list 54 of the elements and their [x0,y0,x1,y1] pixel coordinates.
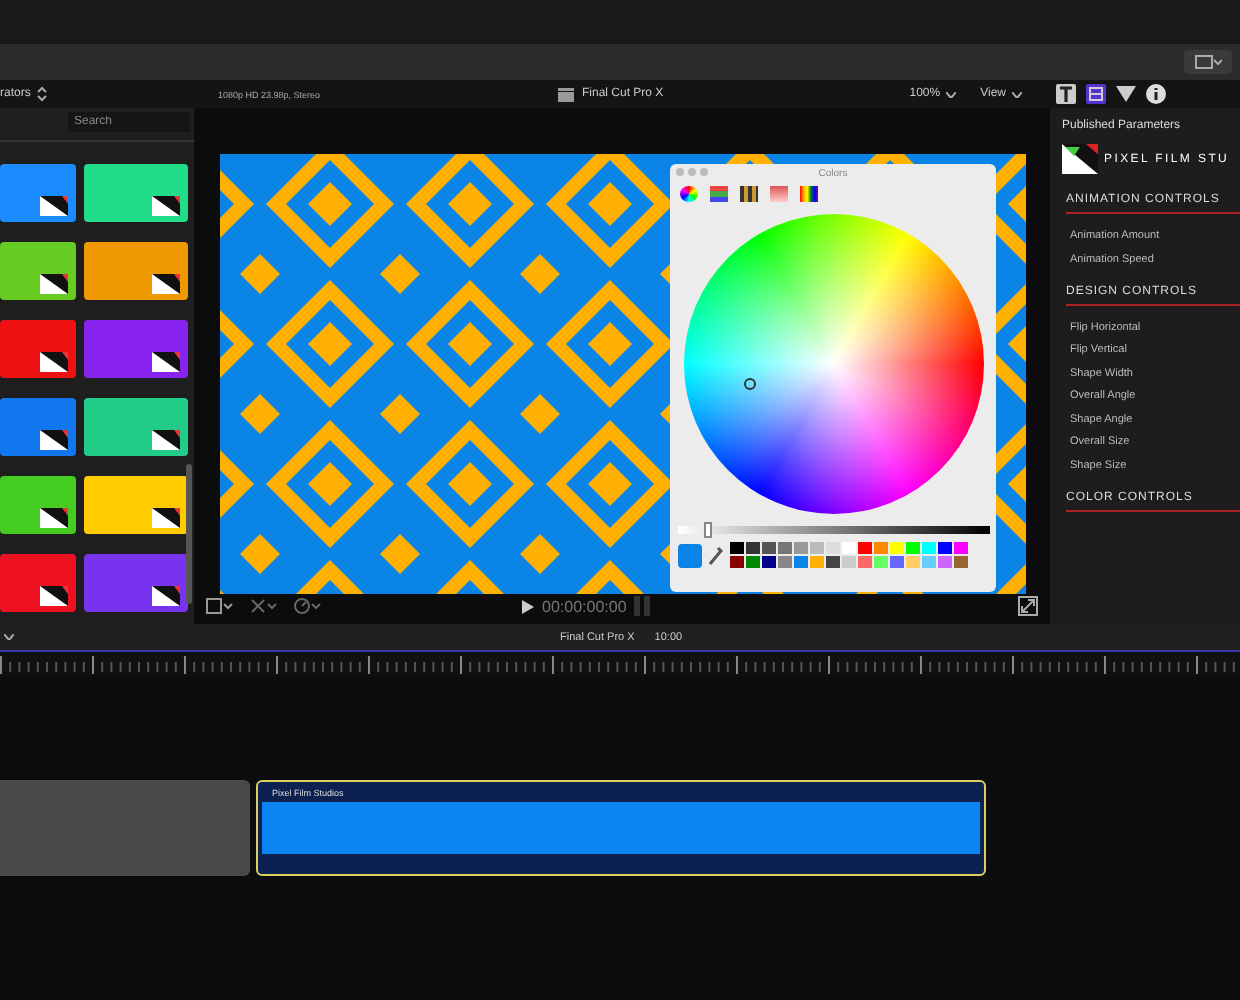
color-wheel-tab-icon[interactable] [680,186,698,202]
palette-tab-icon[interactable] [740,186,758,202]
generator-thumbnail[interactable] [0,398,76,456]
speed-icon[interactable] [294,598,322,615]
generator-thumbnail[interactable] [0,242,76,300]
fullscreen-icon[interactable] [1018,596,1038,617]
generator-logo-icon [40,352,68,372]
generator-thumbnail[interactable] [84,554,188,612]
current-color-well[interactable] [677,543,701,567]
generator-thumbnail[interactable] [84,242,188,300]
generator-logo-icon [40,430,68,450]
generator-thumbnail[interactable] [84,398,188,456]
logo-icon [1062,144,1098,174]
image-palette-tab-icon[interactable] [770,186,788,202]
clapper-icon [558,87,574,101]
chevron-icon [36,86,49,102]
brightness-slider[interactable] [677,526,989,534]
generator-logo-icon [152,586,180,606]
generator-thumbnail[interactable] [84,476,188,534]
filter-icon[interactable] [1116,84,1136,104]
chevron-down-icon[interactable] [4,633,14,639]
color-swatches[interactable] [729,542,967,568]
generator-thumbnail[interactable] [0,320,76,378]
generator-thumbnail[interactable] [84,320,188,378]
eyedropper-icon[interactable] [707,545,723,565]
generator-thumbnail[interactable] [0,476,76,534]
layout-icon [1194,54,1222,70]
generator-thumbnail[interactable] [0,554,76,612]
generator-logo-icon [40,196,68,216]
display-options-icon[interactable] [206,598,234,615]
generator-logo-icon [152,274,180,294]
info-icon[interactable] [1146,84,1166,104]
gap-clip[interactable] [0,780,250,876]
generator-logo-icon [40,274,68,294]
generator-logo-icon [40,508,68,528]
generator-thumbnail[interactable] [84,164,188,222]
sliders-tab-icon[interactable] [710,186,728,202]
text-inspector-icon[interactable] [1056,84,1076,104]
play-icon[interactable] [522,599,534,614]
window-layout-button[interactable] [1184,50,1232,74]
timecode-display: 00:00:00:00 [542,597,627,616]
film-inspector-icon[interactable] [1086,84,1106,104]
slider-thumb[interactable] [704,522,713,538]
generator-logo-icon [152,508,180,528]
generator-thumbnail[interactable] [0,164,76,222]
chevron-down-icon [1012,91,1022,97]
crayons-tab-icon[interactable] [800,186,818,202]
chevron-down-icon [946,91,957,97]
generator-logo-icon [152,352,180,372]
transform-tools-icon[interactable] [250,598,278,615]
generator-logo-icon [152,430,180,450]
audio-meter-icon [634,596,651,617]
generator-logo-icon [40,586,68,606]
generator-logo-icon [152,196,180,216]
